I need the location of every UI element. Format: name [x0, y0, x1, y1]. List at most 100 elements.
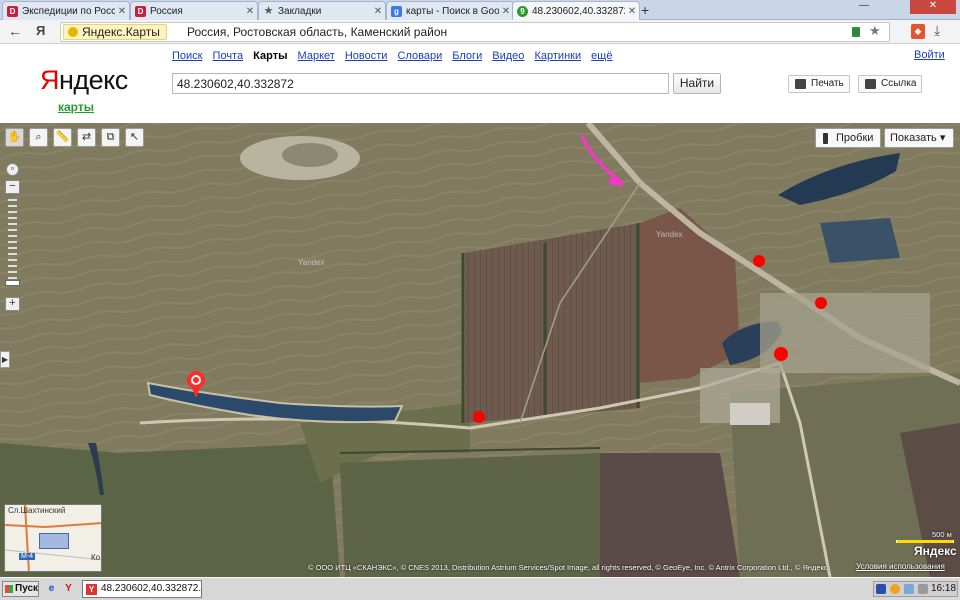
layers-tool-icon[interactable]: ⧉ — [101, 128, 120, 147]
new-tab-button[interactable]: + — [641, 3, 649, 17]
omnibox[interactable]: Яндекс.Карты Россия, Ростовская область,… — [60, 22, 890, 42]
close-icon[interactable]: ✕ — [243, 6, 257, 17]
back-button[interactable]: ← — [8, 23, 22, 39]
map-copyright: © ООО ИТЦ «СКАНЭКС», © CNES 2013, Distri… — [308, 563, 828, 572]
show-layers-button[interactable]: Показать ▾ — [884, 128, 954, 148]
yandex-watermark: Yandex — [298, 258, 325, 267]
system-tray: 16:18 — [873, 581, 958, 597]
scale-label: 500 м — [932, 530, 952, 539]
balloon-marker-icon[interactable] — [187, 371, 205, 398]
search-input[interactable] — [172, 73, 669, 94]
minimap-viewport[interactable] — [39, 533, 69, 549]
yandex-button[interactable]: Я — [36, 23, 45, 38]
extension-icon[interactable]: ◆ — [911, 24, 925, 39]
terms-link[interactable]: Условия использования — [856, 562, 945, 571]
taskbar-window-button[interactable]: Y 48.230602,40.332872... — [82, 580, 202, 598]
print-button-label: Печать — [811, 78, 844, 89]
hand-tool-icon[interactable]: ✋ — [5, 128, 24, 147]
services-nav: Поиск Почта Карты Маркет Новости Словари… — [172, 50, 619, 62]
lock-icon[interactable] — [852, 27, 860, 37]
star-icon: ★ — [263, 4, 274, 17]
magnifier-tool-icon[interactable]: ⌕ — [29, 128, 48, 147]
service-link-video[interactable]: Видео — [492, 50, 524, 62]
tab-title: Закладки — [278, 5, 322, 17]
service-link-maps: Карты — [253, 50, 288, 62]
page-header: Яндекс карты Поиск Почта Карты Маркет Но… — [0, 45, 960, 123]
tab-yandex-maps[interactable]: 9 48.230602,40.332872 – ✕ — [512, 1, 640, 20]
sidebar-expand-icon[interactable]: ▶ — [0, 351, 10, 368]
zoom-slider[interactable] — [5, 196, 20, 295]
zoom-slider-thumb[interactable] — [5, 280, 20, 286]
find-button[interactable]: Найти — [673, 73, 721, 94]
service-link-market[interactable]: Маркет — [298, 50, 335, 62]
traffic-button[interactable]: Пробки — [815, 128, 881, 148]
overview-minimap[interactable]: Сл.Шахтинский M-4 Ко — [4, 504, 102, 572]
tab-expeditions[interactable]: D Экспедиции по России ✕ — [2, 1, 130, 20]
address-bar: ← Я Яндекс.Карты Россия, Ростовская обла… — [0, 20, 960, 44]
traffic-light-icon — [823, 133, 828, 144]
scale-bar — [896, 540, 954, 543]
service-link-images[interactable]: Картинки — [534, 50, 581, 62]
close-icon[interactable]: ✕ — [625, 6, 639, 17]
d-favicon: Y — [86, 584, 97, 595]
close-icon[interactable]: ✕ — [115, 6, 129, 17]
pointer-tool-icon[interactable]: ↖ — [125, 128, 144, 147]
annotation-arrow-icon — [580, 134, 624, 187]
link-button[interactable]: Ссылка — [858, 75, 922, 93]
close-icon[interactable]: ✕ — [499, 6, 513, 17]
window-close-button[interactable]: ✕ — [910, 0, 956, 14]
yandex-browser-quicklaunch-icon[interactable]: Y — [63, 583, 74, 594]
tab-bookmarks[interactable]: ★ Закладки ✕ — [258, 1, 386, 20]
service-link-more[interactable]: ещё — [591, 50, 612, 62]
service-link-blogs[interactable]: Блоги — [452, 50, 482, 62]
minimap-road-label: M-4 — [19, 553, 36, 560]
service-link-dictionaries[interactable]: Словари — [398, 50, 443, 62]
tab-russia[interactable]: D Россия ✕ — [130, 1, 258, 20]
printer-icon — [795, 79, 806, 89]
minimize-button[interactable]: — — [850, 0, 878, 14]
satellite-map[interactable]: Yandex Yandex ✋ ⌕ 📏 ⇄ ⧉ ↖ ◦ − + ▶ Пробки… — [0, 123, 960, 577]
page-title-in-omnibox[interactable]: Россия, Ростовская область, Каменский ра… — [187, 25, 447, 39]
print-button[interactable]: Печать — [788, 75, 850, 93]
clock: 16:18 — [931, 583, 957, 594]
map-marker[interactable] — [815, 297, 827, 309]
d-favicon: D — [135, 5, 146, 17]
tab-title: Экспедиции по России — [22, 5, 115, 17]
service-link-search[interactable]: Поиск — [172, 50, 202, 62]
minimap-place-label: Ко — [91, 553, 101, 562]
volume-icon[interactable] — [918, 584, 928, 594]
ruler-tool-icon[interactable]: 📏 — [53, 128, 72, 147]
start-label: Пуск — [15, 583, 39, 594]
zoom-in-button[interactable]: + — [5, 297, 20, 311]
logo-rest: ндекс — [59, 65, 128, 95]
map-marker[interactable] — [753, 255, 765, 267]
maps-link[interactable]: карты — [58, 100, 94, 114]
bookmark-star-icon[interactable]: ★ — [869, 23, 881, 39]
zoom-out-button[interactable]: − — [5, 180, 20, 194]
login-link[interactable]: Войти — [914, 49, 945, 61]
site-badge[interactable]: Яндекс.Карты — [63, 24, 167, 40]
service-link-news[interactable]: Новости — [345, 50, 388, 62]
map-marker[interactable] — [774, 347, 788, 361]
tab-title: карты - Поиск в Google — [406, 5, 499, 17]
start-button[interactable]: Пуск — [2, 581, 39, 597]
service-link-mail[interactable]: Почта — [213, 50, 244, 62]
yandex-watermark: Yandex — [656, 230, 683, 239]
tray-app-icon[interactable] — [890, 584, 900, 594]
link-button-label: Ссылка — [881, 78, 917, 89]
site-badge-label: Яндекс.Карты — [82, 25, 160, 39]
network-icon[interactable] — [904, 584, 914, 594]
language-indicator-icon[interactable] — [876, 584, 886, 594]
close-icon[interactable]: ✕ — [371, 6, 385, 17]
yandex-logo[interactable]: Яндекс — [40, 65, 128, 96]
tab-title: Россия — [150, 5, 183, 17]
map-yandex-logo: Яндекс — [914, 544, 957, 558]
ie-quicklaunch-icon[interactable]: e — [46, 583, 57, 594]
map-marker[interactable] — [473, 411, 485, 423]
taskbar-window-title: 48.230602,40.332872... — [101, 583, 202, 594]
download-icon[interactable]: ⤓ — [934, 22, 940, 39]
tab-google-search[interactable]: g карты - Поиск в Google ✕ — [386, 1, 514, 20]
traffic-button-label: Пробки — [836, 132, 874, 144]
pan-control-icon[interactable]: ◦ — [6, 163, 19, 176]
route-tool-icon[interactable]: ⇄ — [77, 128, 96, 147]
